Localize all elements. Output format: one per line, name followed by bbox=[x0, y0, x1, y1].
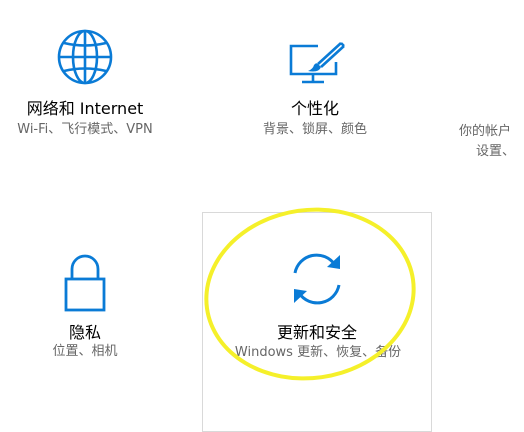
tile-network-internet[interactable]: 网络和 Internet Wi-Fi、飞行模式、VPN bbox=[0, 0, 180, 170]
paintbrush-screen-icon bbox=[288, 40, 346, 90]
settings-page: 网络和 Internet Wi-Fi、飞行模式、VPN 个性化 背景、锁屏、颜色… bbox=[0, 0, 524, 432]
tile-description: 位置、相机 bbox=[52, 344, 118, 359]
tile-title: 隐私 bbox=[68, 323, 101, 342]
tile-title: 更新和安全 bbox=[276, 323, 357, 342]
tile-accounts[interactable]: 你的帐户 设置、 bbox=[430, 0, 524, 170]
tile-description: Windows 更新、恢复、备份 bbox=[234, 345, 402, 360]
tile-description-line2: 设置、 bbox=[476, 144, 516, 159]
tile-description: 你的帐户 bbox=[459, 124, 512, 139]
tile-title: 网络和 Internet bbox=[26, 99, 144, 118]
tile-description: 背景、锁屏、颜色 bbox=[262, 122, 367, 137]
tile-description: Wi-Fi、飞行模式、VPN bbox=[17, 122, 153, 137]
tile-privacy[interactable]: 隐私 位置、相机 bbox=[0, 215, 180, 415]
tile-update-security[interactable]: 更新和安全 Windows 更新、恢复、备份 bbox=[202, 212, 432, 432]
sync-icon bbox=[287, 251, 347, 311]
lock-icon bbox=[64, 253, 106, 317]
globe-icon bbox=[56, 28, 114, 90]
tile-personalization[interactable]: 个性化 背景、锁屏、颜色 bbox=[230, 0, 410, 170]
tile-title: 个性化 bbox=[290, 99, 339, 118]
